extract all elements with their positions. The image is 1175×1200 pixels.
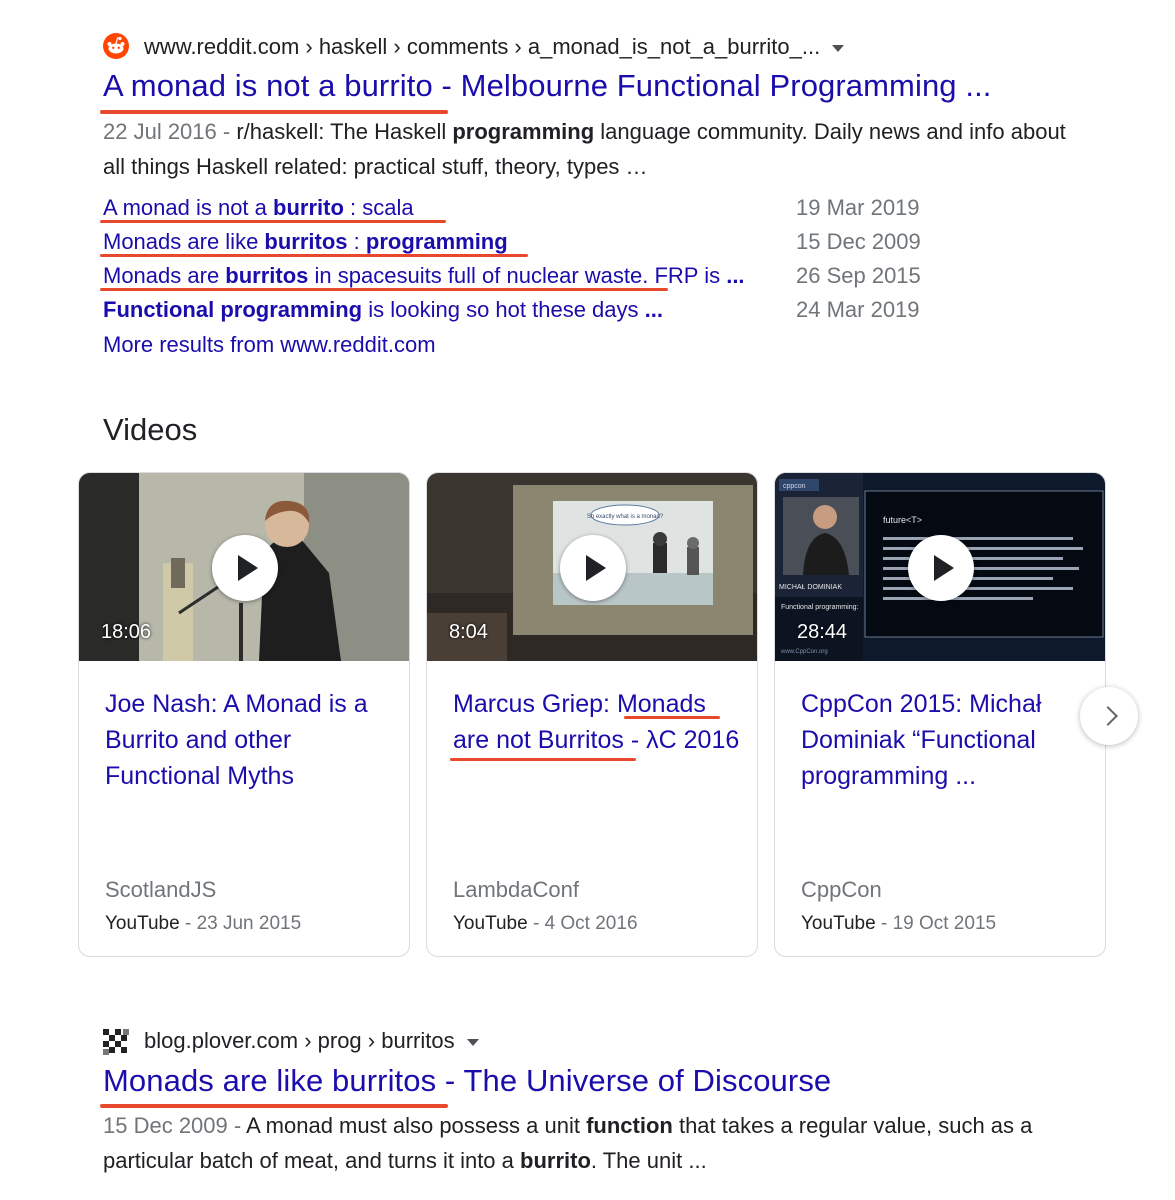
play-icon[interactable] bbox=[212, 535, 278, 601]
video-meta: YouTube - 23 Jun 2015 bbox=[105, 913, 301, 935]
sublink-text[interactable]: is looking so hot these days bbox=[362, 297, 645, 322]
video-title-part[interactable]: are not Burritos bbox=[453, 726, 624, 754]
video-card[interactable]: 18:06 Joe Nash: A Monad is a Burrito and… bbox=[78, 472, 410, 957]
reddit-alien-icon bbox=[103, 33, 129, 59]
snippet-bold: function bbox=[586, 1113, 673, 1138]
sublink-date: 19 Mar 2019 bbox=[796, 195, 920, 220]
reddit-result: www.reddit.com › haskell › comments › a_… bbox=[0, 0, 1175, 370]
video-title-part[interactable]: Marcus Griep: bbox=[453, 690, 617, 718]
video-duration: 28:44 bbox=[797, 621, 848, 643]
sublink-text[interactable]: Monads are like bbox=[103, 229, 264, 254]
video-date: 4 Oct 2016 bbox=[544, 913, 638, 934]
breadcrumb-text[interactable]: blog.plover.com › prog › burritos bbox=[144, 1028, 455, 1053]
snippet-separator: - bbox=[216, 119, 237, 144]
video-channel: ScotlandJS bbox=[105, 877, 217, 902]
title-part-1[interactable]: A monad is not a burrito bbox=[103, 68, 433, 103]
talk-subtitle: Functional programming: bbox=[781, 604, 858, 611]
sublink-text[interactable]: in spacesuits full of nuclear waste. FRP… bbox=[308, 263, 726, 288]
snippet-bold: programming bbox=[452, 119, 595, 144]
video-channel: CppCon bbox=[801, 877, 882, 902]
snippet-separator: - bbox=[227, 1113, 247, 1138]
sublink-bold[interactable]: programming bbox=[366, 229, 508, 254]
result-snippet: 15 Dec 2009 - A monad must also possess … bbox=[103, 1108, 1093, 1178]
video-source: YouTube bbox=[453, 913, 528, 934]
video-card[interactable]: cppcon MICHAŁ DOMINIAK Functional progra… bbox=[774, 472, 1106, 957]
video-thumbnail[interactable]: So exactly what is a monad? 8:04 bbox=[427, 473, 757, 661]
annotation-underline bbox=[100, 288, 668, 291]
result-title-link[interactable]: Monads are like burritos - The Universe … bbox=[103, 1063, 831, 1099]
snippet-date: 15 Dec 2009 bbox=[103, 1113, 228, 1138]
video-source: YouTube bbox=[801, 913, 876, 934]
video-title-part[interactable]: - λC 2016 bbox=[624, 726, 739, 754]
video-duration: 8:04 bbox=[449, 621, 488, 643]
meta-separator: - bbox=[179, 913, 197, 934]
video-source: YouTube bbox=[105, 913, 180, 934]
video-duration: 18:06 bbox=[101, 621, 152, 643]
sublink-text[interactable]: Monads are bbox=[103, 263, 225, 288]
more-results-link[interactable]: More results from www.reddit.com bbox=[103, 332, 436, 358]
video-meta: YouTube - 19 Oct 2015 bbox=[801, 913, 996, 935]
sublink-spacesuits[interactable]: Monads are burritos in spacesuits full o… bbox=[103, 263, 745, 289]
snippet-text: r/haskell: The Haskell bbox=[236, 119, 453, 144]
video-card[interactable]: So exactly what is a monad? 8:04 Marcus … bbox=[426, 472, 758, 957]
snippet-date: 22 Jul 2016 bbox=[103, 119, 217, 144]
title-part-2[interactable]: - Melbourne Functional Programming ... bbox=[433, 68, 992, 103]
video-channel: LambdaConf bbox=[453, 877, 579, 902]
cppcon-logo: cppcon bbox=[783, 483, 806, 490]
slide-text: So exactly what is a monad? bbox=[587, 514, 664, 520]
video-date: 23 Jun 2015 bbox=[196, 913, 302, 934]
video-meta: YouTube - 4 Oct 2016 bbox=[453, 913, 638, 935]
video-title[interactable]: Marcus Griep: Monads are not Burritos - … bbox=[453, 686, 743, 758]
video-thumbnail[interactable]: 18:06 bbox=[79, 473, 409, 661]
sublink-bold[interactable]: burritos bbox=[225, 263, 308, 288]
sublink-bold[interactable]: Functional programming bbox=[103, 297, 362, 322]
video-title[interactable]: CppCon 2015: Michał Dominiak “Functional… bbox=[801, 686, 1091, 794]
meta-separator: - bbox=[875, 913, 893, 934]
title-part-1[interactable]: Monads are like burritos bbox=[103, 1063, 436, 1098]
sublink-date: 26 Sep 2015 bbox=[796, 263, 921, 288]
sublink-text[interactable]: A monad is not a bbox=[103, 195, 273, 220]
result-snippet: 22 Jul 2016 - r/haskell: The Haskell pro… bbox=[103, 114, 1093, 184]
slide-title: future<T> bbox=[883, 515, 922, 525]
annotation-underline bbox=[100, 220, 446, 223]
chevron-down-icon[interactable] bbox=[466, 1038, 479, 1046]
video-thumbnail[interactable]: cppcon MICHAŁ DOMINIAK Functional progra… bbox=[775, 473, 1105, 661]
meta-separator: - bbox=[527, 913, 545, 934]
snippet-bold: burrito bbox=[520, 1148, 591, 1173]
videos-heading: Videos bbox=[103, 412, 198, 447]
title-part-2[interactable]: - The Universe of Discourse bbox=[436, 1063, 831, 1098]
play-icon[interactable] bbox=[908, 535, 974, 601]
video-title[interactable]: Joe Nash: A Monad is a Burrito and other… bbox=[105, 686, 395, 794]
annotation-underline bbox=[100, 254, 528, 257]
cppcon-url: www.CppCon.org bbox=[780, 649, 828, 655]
sublink-date: 24 Mar 2019 bbox=[796, 297, 920, 322]
breadcrumb-text[interactable]: www.reddit.com › haskell › comments › a_… bbox=[144, 34, 820, 59]
sublink-programming[interactable]: Monads are like burritos : programming bbox=[103, 229, 508, 255]
sublink-text[interactable]: : bbox=[348, 229, 366, 254]
sublink-functional-programming[interactable]: Functional programming is looking so hot… bbox=[103, 297, 663, 323]
plover-result: blog.plover.com › prog › burritos Monads… bbox=[0, 1010, 1175, 1200]
result-title-link[interactable]: A monad is not a burrito - Melbourne Fun… bbox=[103, 68, 992, 104]
chevron-right-icon[interactable] bbox=[1080, 687, 1138, 745]
snippet-text: . The unit ... bbox=[590, 1148, 707, 1173]
video-title-part[interactable]: Monads bbox=[617, 690, 706, 718]
sublink-text[interactable]: : scala bbox=[344, 195, 414, 220]
snippet-text: A monad must also possess a unit bbox=[246, 1113, 587, 1138]
sublink-bold[interactable]: burrito bbox=[273, 195, 344, 220]
breadcrumb[interactable]: www.reddit.com › haskell › comments › a_… bbox=[144, 34, 845, 60]
sublink-date: 15 Dec 2009 bbox=[796, 229, 921, 254]
sublink-scala[interactable]: A monad is not a burrito : scala bbox=[103, 195, 414, 221]
checkerboard-favicon-icon bbox=[103, 1029, 129, 1055]
speaker-name: MICHAŁ DOMINIAK bbox=[779, 584, 842, 591]
annotation-underline bbox=[450, 758, 636, 761]
play-icon[interactable] bbox=[560, 535, 626, 601]
sublink-bold[interactable]: burritos bbox=[264, 229, 347, 254]
chevron-down-icon[interactable] bbox=[832, 44, 845, 52]
annotation-underline bbox=[624, 716, 720, 719]
video-date: 19 Oct 2015 bbox=[892, 913, 997, 934]
breadcrumb[interactable]: blog.plover.com › prog › burritos bbox=[144, 1028, 479, 1054]
sublink-bold[interactable]: ... bbox=[726, 263, 744, 288]
sublink-bold[interactable]: ... bbox=[645, 297, 663, 322]
